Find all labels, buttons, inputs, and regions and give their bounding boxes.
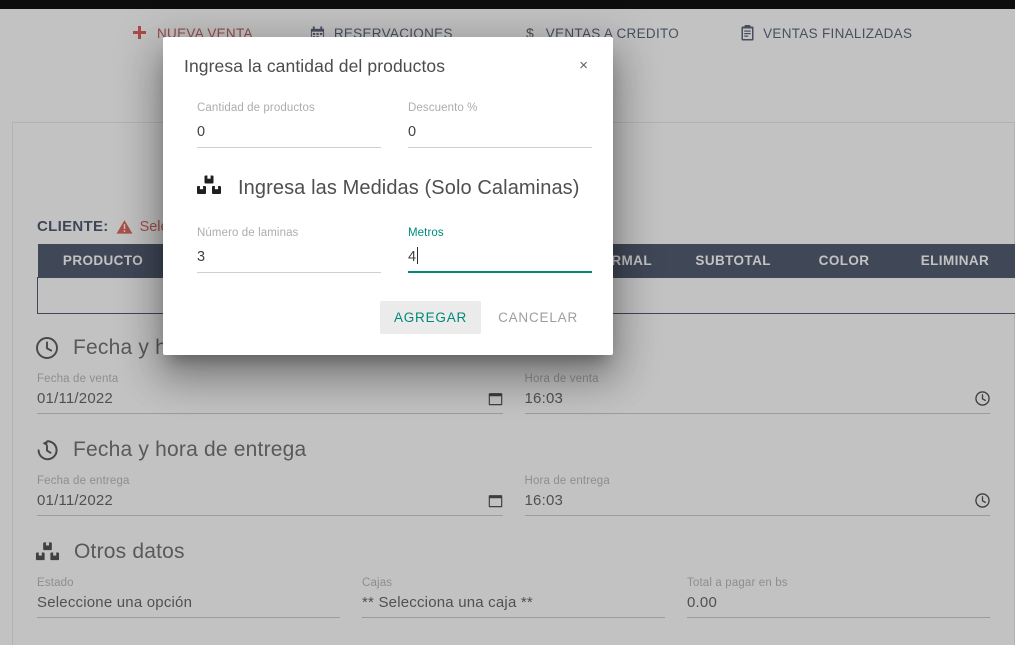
field-label: Estado [37, 577, 74, 589]
nav-item-ventas-finalizadas[interactable]: VENTAS FINALIZADAS [741, 25, 912, 41]
boxes-icon [35, 541, 60, 563]
dialog-title: Ingresa la cantidad del productos [184, 56, 446, 76]
measures-header: Ingresa las Medidas (Solo Calaminas) [196, 174, 592, 202]
field-value: 16:03 [524, 492, 564, 509]
calendar-icon[interactable] [488, 391, 503, 406]
warning-triangle-icon [116, 219, 133, 235]
col-color: COLOR [793, 244, 895, 278]
descuento-input[interactable] [408, 124, 592, 148]
fecha-entrega-fields: Fecha de entrega 01/11/2022 Hora de entr… [13, 475, 1014, 518]
measures-title: Ingresa las Medidas (Solo Calaminas) [238, 176, 580, 199]
close-icon[interactable]: × [576, 56, 591, 75]
clock-icon [35, 336, 59, 360]
field-label: Número de laminas [197, 227, 299, 239]
text-caret [417, 247, 418, 264]
history-icon [35, 438, 59, 462]
col-subtotal: SUBTOTAL [672, 244, 794, 278]
field-value: 16:03 [524, 390, 564, 407]
field-label: Descuento % [408, 102, 478, 114]
field-value: 01/11/2022 [37, 492, 113, 509]
dialog-body: Cantidad de productos Descuento % [163, 102, 613, 273]
top-black-strip [0, 0, 1015, 9]
field-total-a-pagar: Total a pagar en bs 0.00 [687, 577, 990, 620]
section-title: Fecha y hora de entrega [73, 438, 307, 461]
field-cantidad-de-productos: Cantidad de productos [197, 102, 381, 148]
col-eliminar: ELIMINAR [894, 244, 1015, 278]
field-descuento: Descuento % [408, 102, 592, 148]
clock-icon[interactable] [975, 493, 990, 508]
field-metros: Metros [408, 227, 592, 273]
field-cajas[interactable]: Cajas ** Selecciona una caja ** [362, 577, 665, 620]
field-value: 0.00 [687, 594, 717, 611]
field-value: 01/11/2022 [37, 390, 113, 407]
clock-icon[interactable] [975, 391, 990, 406]
field-label: Metros [408, 227, 444, 239]
clipboard-icon [741, 25, 754, 41]
nav-label: VENTAS FINALIZADAS [763, 25, 913, 41]
field-hora-de-entrega[interactable]: Hora de entrega 16:03 [524, 475, 990, 518]
dialog-actions: AGREGAR CANCELAR [163, 273, 613, 355]
field-fecha-de-venta[interactable]: Fecha de venta 01/11/2022 [37, 373, 503, 416]
plus-icon [131, 25, 148, 42]
field-label: Cantidad de productos [197, 102, 315, 114]
app-root: NUEVA VENTA RESERVACIONES $ VENTAS A CRE… [0, 0, 1015, 645]
field-label: Fecha de entrega [37, 475, 130, 487]
metros-input[interactable] [408, 249, 592, 273]
quantity-dialog: Ingresa la cantidad del productos × Cant… [163, 37, 613, 355]
field-label: Fecha de venta [37, 373, 119, 385]
section-otros-datos-header: Otros datos [13, 540, 1014, 564]
numero-laminas-input[interactable] [197, 249, 381, 273]
field-value: Seleccione una opción [37, 594, 193, 611]
dialog-header: Ingresa la cantidad del productos × [163, 37, 613, 77]
field-value: ** Selecciona una caja ** [362, 594, 533, 611]
section-title: Otros datos [74, 540, 185, 563]
otros-datos-fields: Estado Seleccione una opción Cajas ** Se… [13, 577, 1014, 620]
field-hora-de-venta[interactable]: Hora de venta 16:03 [524, 373, 990, 416]
field-fecha-de-entrega[interactable]: Fecha de entrega 01/11/2022 [37, 475, 503, 518]
agregar-button[interactable]: AGREGAR [379, 301, 482, 334]
field-numero-de-laminas: Número de laminas [197, 227, 381, 273]
cancelar-button[interactable]: CANCELAR [484, 301, 592, 334]
field-label: Hora de venta [524, 373, 599, 385]
section-fecha-entrega-header: Fecha y hora de entrega [13, 438, 1014, 462]
cliente-label: CLIENTE: [37, 218, 109, 235]
field-label: Total a pagar en bs [687, 577, 788, 589]
fecha-venta-fields: Fecha de venta 01/11/2022 Hora de venta [13, 373, 1014, 416]
field-label: Hora de entrega [524, 475, 610, 487]
field-estado[interactable]: Estado Seleccione una opción [37, 577, 340, 620]
cantidad-input[interactable] [197, 124, 381, 148]
measure-fields: Número de laminas Metros [197, 227, 592, 273]
boxes-icon [196, 174, 222, 202]
calendar-icon[interactable] [488, 493, 503, 508]
field-label: Cajas [362, 577, 393, 589]
col-producto: PRODUCTO [37, 244, 169, 278]
quantity-discount-fields: Cantidad de productos Descuento % [197, 102, 592, 148]
